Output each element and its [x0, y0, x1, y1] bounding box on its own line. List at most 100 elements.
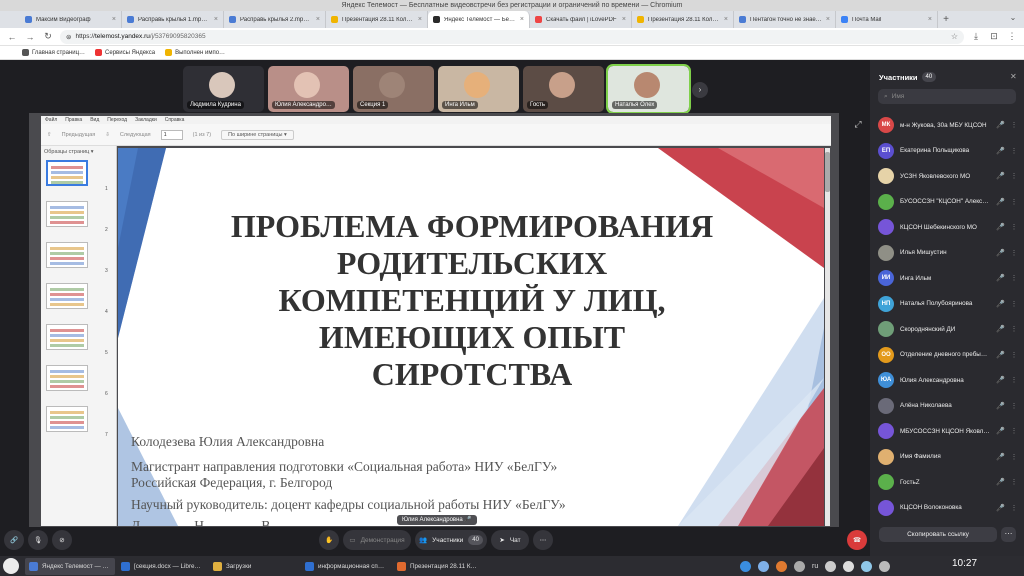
participant-more-icon[interactable]: ⋮ [1010, 274, 1018, 282]
participant-row[interactable]: МК м-н Жукова, 30а МБУ КЦСОН 🎤 ⋮ [878, 116, 1018, 134]
bookmark-item[interactable]: Главная страниц… [22, 49, 85, 56]
participant-more-icon[interactable]: ⋮ [1010, 198, 1018, 206]
participant-more-icon[interactable]: ⋮ [1010, 504, 1018, 512]
tab-close-icon[interactable]: × [418, 16, 422, 23]
end-call-button[interactable]: ☎ [847, 530, 867, 550]
download-icon[interactable]: ⤓ [970, 31, 982, 42]
network-icon[interactable] [758, 560, 769, 572]
slide-thumbnail[interactable] [46, 242, 88, 268]
browser-tab[interactable]: Яндекс Телемост — Бес… × [428, 11, 530, 28]
browser-menu-icon[interactable]: ⋮ [1006, 31, 1018, 42]
zoom-select[interactable]: По ширине страницы ▾ [221, 129, 294, 140]
browser-tab[interactable]: Презентация 28.11 Колод… × [632, 11, 734, 28]
taskbar-window[interactable]: информационная справ… [301, 558, 391, 575]
participant-video-tile[interactable]: Наталья Олех [606, 64, 691, 114]
viewer-menu-item[interactable]: Переход [107, 117, 127, 123]
viewer-menu-item[interactable]: Закладки [135, 117, 157, 123]
participant-more-icon[interactable]: ⋮ [1010, 300, 1018, 308]
participant-row[interactable]: ОО Отделение дневного пребы… 🎤 ⋮ [878, 346, 1018, 364]
participant-more-icon[interactable]: ⋮ [1010, 172, 1018, 180]
forward-icon[interactable]: → [24, 32, 36, 42]
printer-icon[interactable] [861, 560, 873, 572]
notes-icon[interactable] [843, 560, 855, 572]
participant-more-icon[interactable]: ⋮ [1010, 427, 1018, 435]
participant-row[interactable]: ЮА Юлия Александровна 🎤 ⋮ [878, 371, 1018, 389]
participant-row[interactable]: Скороднянский ДИ 🎤 ⋮ [878, 320, 1018, 338]
tab-close-icon[interactable]: × [520, 16, 524, 23]
participant-row[interactable]: БУСОССЗН "КЦСОН" Алекс… 🎤 ⋮ [878, 193, 1018, 211]
power-icon[interactable] [879, 560, 891, 572]
site-info-icon[interactable]: ⊜ [66, 33, 71, 41]
back-icon[interactable]: ← [6, 32, 18, 42]
taskbar-window[interactable]: Яндекс Телемост — Бесп… [25, 557, 115, 575]
participant-more-icon[interactable]: ⋮ [1010, 402, 1018, 410]
participant-row[interactable]: КЦСОН Волоконовка 🎤 ⋮ [878, 499, 1018, 517]
participant-row[interactable]: КЦСОН Шебекинского МО 🎤 ⋮ [878, 218, 1018, 236]
participant-more-icon[interactable]: ⋮ [1010, 351, 1018, 359]
screen-share-button[interactable]: ▭ Демонстрация [343, 530, 411, 550]
panel-more-button[interactable]: ⋯ [1001, 527, 1016, 542]
fullscreen-icon[interactable]: ⤢ [852, 119, 864, 131]
browser-tab[interactable]: Расправь крылья 1.mp4 -… × [122, 11, 224, 28]
viewer-menu-item[interactable]: Справка [165, 117, 185, 123]
prev-page-label[interactable]: Предыдущая [62, 132, 96, 138]
chromium-tray-icon[interactable] [740, 560, 751, 572]
camera-off-button[interactable]: ⊘ [52, 530, 72, 550]
participant-more-icon[interactable]: ⋮ [1010, 325, 1018, 333]
clipboard-icon[interactable] [825, 560, 837, 572]
new-tab-icon[interactable]: + [938, 11, 954, 28]
chat-button[interactable]: ➤ Чат [491, 530, 529, 550]
keyboard-layout[interactable]: ru [812, 563, 818, 570]
browser-tab[interactable]: Пентагон точно не знает, … × [734, 11, 836, 28]
clock[interactable]: 10:27 [952, 558, 977, 569]
slide-thumbnail[interactable] [46, 201, 88, 227]
tab-close-icon[interactable]: × [622, 16, 626, 23]
viewer-scrollbar[interactable] [825, 148, 830, 526]
participant-more-icon[interactable]: ⋮ [1010, 223, 1018, 231]
next-page-icon[interactable]: ⇩ [105, 132, 110, 138]
reload-icon[interactable]: ↻ [42, 31, 54, 42]
participant-row[interactable]: НП Наталья Полубояринова 🎤 ⋮ [878, 295, 1018, 313]
slide-thumbnail[interactable] [46, 365, 88, 391]
participant-row[interactable]: ГостьZ 🎤 ⋮ [878, 473, 1018, 491]
slide-thumbnail[interactable] [46, 160, 88, 186]
participant-more-icon[interactable]: ⋮ [1010, 121, 1018, 129]
close-panel-icon[interactable]: ✕ [1010, 72, 1017, 81]
participant-more-icon[interactable]: ⋮ [1010, 249, 1018, 257]
participant-more-icon[interactable]: ⋮ [1010, 453, 1018, 461]
bookmark-star-icon[interactable]: ☆ [951, 32, 958, 41]
sidebar-title[interactable]: Образцы страниц ▾ [41, 146, 116, 158]
taskbar-window[interactable]: Презентация 28.11 Коло… [393, 558, 483, 575]
browser-tab[interactable]: Презентация 28.11 Колод… × [326, 11, 428, 28]
slide-thumbnail[interactable] [46, 406, 88, 432]
viewer-menu-item[interactable]: Правка [65, 117, 82, 123]
tab-close-icon[interactable]: × [724, 16, 728, 23]
participant-row[interactable]: Имя Фамилия 🎤 ⋮ [878, 448, 1018, 466]
participant-video-tile[interactable]: Юлия Александро… [268, 66, 349, 112]
raise-hand-button[interactable]: ✋ [319, 530, 339, 550]
tab-close-icon[interactable]: × [928, 16, 932, 23]
participant-video-tile[interactable]: Гость [523, 66, 604, 112]
browser-tab[interactable]: Скачать файл | iLovePDF × [530, 11, 632, 28]
participant-video-tile[interactable]: Секция 1 [353, 66, 434, 112]
viewer-menu-item[interactable]: Вид [90, 117, 99, 123]
volume-icon[interactable] [794, 560, 805, 572]
tab-close-icon[interactable]: × [316, 16, 320, 23]
participants-button[interactable]: 👥 Участники 40 [415, 530, 487, 550]
more-options-button[interactable]: ⋯ [533, 530, 553, 550]
copy-link-button[interactable]: Скопировать ссылку [879, 527, 997, 542]
bookmark-item[interactable]: Выполнен импо… [165, 49, 225, 56]
participant-more-icon[interactable]: ⋮ [1010, 147, 1018, 155]
participant-row[interactable]: ЕП Екатерина Польщикова 🎤 ⋮ [878, 142, 1018, 160]
viewer-menu-item[interactable]: Файл [45, 117, 57, 123]
tab-search-icon[interactable]: ⌄ [1006, 13, 1020, 26]
participant-video-tile[interactable]: Инга Ильм [438, 66, 519, 112]
slide-thumbnail[interactable] [46, 324, 88, 350]
next-page-label[interactable]: Следующая [120, 132, 151, 138]
extensions-icon[interactable]: ⊡ [988, 31, 1000, 42]
participant-video-tile[interactable]: Людмила Кудрина [183, 66, 264, 112]
participant-search-input[interactable]: ⌕ Имя [878, 89, 1016, 104]
slide-thumbnail[interactable] [46, 283, 88, 309]
start-menu-icon[interactable] [3, 558, 19, 574]
page-number-input[interactable]: 1 [160, 129, 183, 140]
